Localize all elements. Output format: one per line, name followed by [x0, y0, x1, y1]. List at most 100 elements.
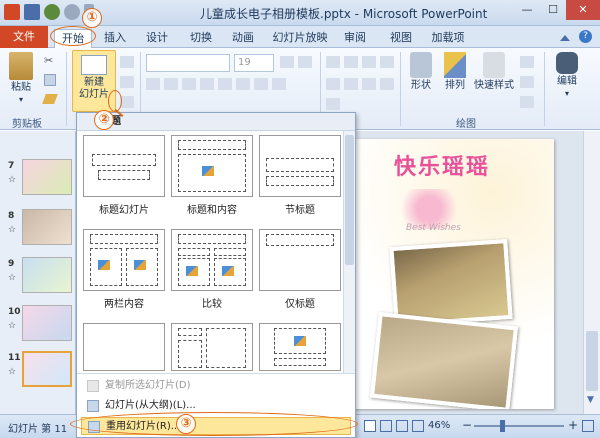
slide-thumbnail-selected[interactable] [22, 351, 72, 387]
undo-icon[interactable] [44, 4, 60, 20]
duplicate-slides-item[interactable]: 复制所选幻灯片(D) [81, 377, 351, 395]
window-title: 儿童成长电子相册模板.pptx - Microsoft PowerPoint [200, 7, 488, 21]
tab-addins[interactable]: 加载项 [428, 29, 468, 48]
minimize-ribbon-icon[interactable] [560, 31, 570, 41]
tab-view[interactable]: 视图 [386, 29, 416, 48]
tab-design[interactable]: 设计 [142, 29, 172, 48]
shapes-icon [410, 52, 432, 78]
tab-animations[interactable]: 动画 [228, 29, 258, 48]
shape-fill-icon[interactable] [520, 56, 534, 68]
tab-transitions[interactable]: 切换 [186, 29, 216, 48]
arrange-label: 排列 [445, 80, 465, 91]
layout-title-only[interactable]: 仅标题 [259, 229, 341, 310]
save-icon[interactable] [24, 4, 40, 20]
current-slide[interactable]: 快乐瑶瑶 Best Wishes [354, 139, 554, 409]
shrink-font-icon[interactable] [298, 56, 312, 68]
slide-count-status: 幻灯片 第 11 [8, 424, 68, 435]
layout-title-content[interactable]: 标题和内容 [171, 135, 253, 216]
font-name-combo[interactable] [146, 54, 230, 72]
zoom-level[interactable]: 46% [428, 420, 450, 431]
strikethrough-icon[interactable] [200, 78, 214, 90]
editing-button[interactable]: 编辑 ▾ [552, 52, 582, 100]
gallery-scrollbar[interactable] [343, 131, 355, 373]
thumb-star-icon: ☆ [8, 273, 17, 283]
underline-icon[interactable] [182, 78, 196, 90]
shapes-button[interactable]: 形状 [406, 52, 436, 92]
increase-indent-icon[interactable] [380, 56, 394, 68]
layout-label: 标题和内容 [187, 205, 237, 216]
slide-thumbnail[interactable] [22, 305, 72, 341]
reset-icon[interactable] [120, 76, 134, 88]
child-photo-bottom[interactable] [369, 311, 519, 409]
maximize-button[interactable]: ☐ [540, 0, 566, 20]
align-left-icon[interactable] [326, 78, 340, 90]
zoom-slider-thumb[interactable] [500, 420, 505, 432]
layout-content-caption[interactable] [171, 323, 253, 375]
help-icon[interactable]: ? [579, 30, 592, 43]
slideshow-view-icon[interactable] [412, 420, 424, 432]
paste-button[interactable]: 粘贴 ▾ [6, 52, 36, 106]
numbering-icon[interactable] [344, 56, 358, 68]
tab-file[interactable]: 文件 [0, 26, 48, 48]
case-icon[interactable] [254, 78, 268, 90]
cut-icon[interactable]: ✂ [44, 54, 53, 67]
thumb-number: 11 [8, 353, 21, 363]
section-icon[interactable] [120, 96, 134, 108]
fit-to-window-icon[interactable] [582, 420, 594, 432]
zoom-out-button[interactable]: − [462, 418, 472, 432]
drawing-group-label: 绘图 [456, 119, 476, 130]
zoom-in-button[interactable]: + [568, 418, 578, 432]
group-separator [544, 52, 545, 126]
font-size-combo[interactable]: 19 [234, 54, 274, 72]
tab-slideshow[interactable]: 幻灯片放映 [270, 29, 330, 48]
vertical-scrollbar[interactable]: ▼ [583, 131, 600, 414]
child-photo-top[interactable] [389, 238, 513, 328]
slide-thumbnail[interactable] [22, 159, 72, 195]
slide-thumbnail[interactable] [22, 257, 72, 293]
layout-section-header[interactable]: 节标题 [259, 135, 341, 216]
layout-label: 两栏内容 [104, 299, 144, 310]
minimize-button[interactable]: — [514, 0, 540, 20]
font-color-icon[interactable] [272, 78, 286, 90]
align-right-icon[interactable] [362, 78, 376, 90]
slide-thumbnail[interactable] [22, 209, 72, 245]
layout-comparison[interactable]: 比较 [171, 229, 253, 310]
binoculars-icon [556, 52, 578, 74]
gallery-scroll-thumb[interactable] [345, 135, 354, 265]
decrease-indent-icon[interactable] [362, 56, 376, 68]
tab-review[interactable]: 审阅 [340, 29, 370, 48]
slide-sorter-icon[interactable] [380, 420, 392, 432]
zoom-slider[interactable] [474, 425, 564, 427]
powerpoint-logo-icon[interactable] [4, 4, 20, 20]
layout-picture-caption[interactable] [259, 323, 341, 375]
quick-styles-button[interactable]: 快速样式 [472, 52, 516, 92]
align-center-icon[interactable] [344, 78, 358, 90]
arrange-button[interactable]: 排列 [440, 52, 470, 92]
text-direction-icon[interactable] [326, 98, 340, 110]
copy-icon[interactable] [44, 74, 56, 86]
spacing-icon[interactable] [236, 78, 250, 90]
layout-label: 节标题 [285, 205, 315, 216]
bold-icon[interactable] [146, 78, 160, 90]
grow-font-icon[interactable] [280, 56, 294, 68]
italic-icon[interactable] [164, 78, 178, 90]
layout-two-content[interactable]: 两栏内容 [83, 229, 165, 310]
close-button[interactable]: ✕ [566, 0, 600, 20]
layout-icon[interactable] [120, 56, 134, 68]
scrollbar-thumb[interactable] [586, 331, 598, 391]
duplicate-icon [87, 380, 99, 392]
tab-insert[interactable]: 插入 [100, 29, 130, 48]
layout-title-slide[interactable]: 标题幻灯片 [83, 135, 165, 216]
bullets-icon[interactable] [326, 56, 340, 68]
reading-view-icon[interactable] [396, 420, 408, 432]
shape-outline-icon[interactable] [520, 76, 534, 88]
redo-icon[interactable] [64, 4, 80, 20]
next-slide-icon[interactable]: ▼ [587, 395, 594, 405]
justify-icon[interactable] [380, 78, 394, 90]
layout-blank[interactable] [83, 323, 165, 375]
shadow-icon[interactable] [218, 78, 232, 90]
shape-effects-icon[interactable] [520, 96, 534, 108]
layout-label: 比较 [202, 299, 222, 310]
normal-view-icon[interactable] [364, 420, 376, 432]
format-painter-icon[interactable] [42, 94, 58, 104]
